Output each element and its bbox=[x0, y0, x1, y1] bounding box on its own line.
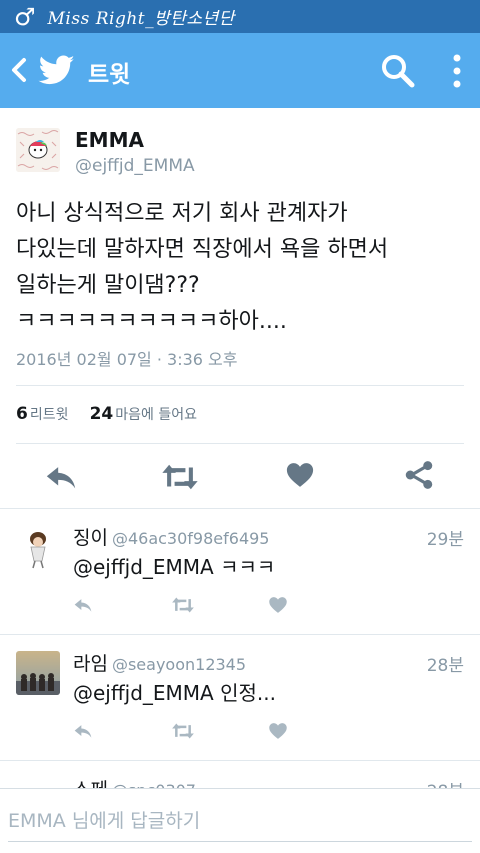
app-bar: 트윗 bbox=[0, 33, 480, 108]
twitter-bird-icon bbox=[38, 55, 75, 85]
author-avatar[interactable] bbox=[16, 128, 60, 172]
reply-author-handle[interactable]: @46ac30f98ef6495 bbox=[112, 529, 270, 548]
reply-icon[interactable] bbox=[72, 721, 94, 741]
like-label[interactable]: 마음에 들어요 bbox=[115, 407, 197, 423]
tweet-text-line: 다있는데 말하자면 직장에서 욕을 하면서 bbox=[16, 237, 389, 262]
more-vert-icon[interactable] bbox=[445, 52, 469, 90]
tweet-actions bbox=[0, 460, 480, 500]
reply-input[interactable] bbox=[0, 803, 460, 839]
retweet-label[interactable]: 리트윗 bbox=[30, 407, 69, 423]
status-bar-title: Miss Right_방탄소년단 bbox=[47, 9, 235, 29]
avatar-image-icon bbox=[16, 525, 60, 569]
page-title: 트윗 bbox=[88, 62, 131, 88]
like-heart-icon[interactable] bbox=[268, 721, 288, 741]
search-icon[interactable] bbox=[380, 53, 416, 89]
tweet-text: 아니 상식적으로 저기 회사 관계자가 다있는데 말하자면 직장에서 욕을 하면… bbox=[16, 196, 466, 340]
retweet-count[interactable]: 6 bbox=[16, 404, 28, 424]
reply-text: @ejffjd_EMMA ㅋㅋㅋ bbox=[73, 555, 276, 579]
avatar-image-icon bbox=[16, 651, 60, 695]
input-underline bbox=[8, 841, 472, 842]
main-tweet: EMMA @ejffjd_EMMA 아니 상식적으로 저기 회사 관계자가 다있… bbox=[0, 108, 480, 508]
share-icon[interactable] bbox=[404, 460, 434, 490]
reply-composer bbox=[0, 788, 480, 853]
reply-icon[interactable] bbox=[72, 595, 94, 615]
reply-author-name[interactable]: 징이 bbox=[73, 527, 108, 549]
reply-text: @ejffjd_EMMA 인정... bbox=[73, 681, 276, 705]
reply-time: 28분 bbox=[426, 656, 464, 676]
tweet-text-line: ㅋㅋㅋㅋㅋㅋㅋㅋㅋㅋ하아.... bbox=[16, 309, 287, 334]
reply-author: 징이 @46ac30f98ef6495 bbox=[73, 523, 269, 550]
tweet-timestamp: 2016년 02월 07일 · 3:36 오후 bbox=[16, 350, 238, 369]
reply-author-handle[interactable]: @seayoon12345 bbox=[112, 655, 246, 674]
retweet-icon[interactable] bbox=[170, 721, 196, 741]
author-name[interactable]: EMMA bbox=[75, 128, 144, 152]
reply-actions bbox=[70, 721, 310, 743]
retweet-icon[interactable] bbox=[170, 595, 196, 615]
reply-avatar[interactable] bbox=[16, 651, 60, 695]
reply-item[interactable]: 라임 @seayoon12345 28분 @ejffjd_EMMA 인정... bbox=[0, 634, 480, 760]
like-heart-icon[interactable] bbox=[285, 460, 315, 490]
tweet-text-line: 일하는게 말이댐??? bbox=[16, 273, 200, 298]
like-heart-icon[interactable] bbox=[268, 595, 288, 615]
reply-author: 라임 @seayoon12345 bbox=[73, 649, 246, 676]
reply-icon[interactable] bbox=[44, 460, 78, 494]
retweet-icon[interactable] bbox=[161, 460, 199, 494]
status-bar: ♂ Miss Right_방탄소년단 bbox=[0, 0, 480, 33]
back-arrow-icon[interactable] bbox=[8, 54, 30, 86]
like-count[interactable]: 24 bbox=[90, 404, 114, 424]
reply-item[interactable]: 징이 @46ac30f98ef6495 29분 @ejffjd_EMMA ㅋㅋㅋ bbox=[0, 508, 480, 634]
avatar-image-icon bbox=[16, 128, 60, 172]
divider bbox=[16, 385, 464, 386]
reply-actions bbox=[70, 595, 310, 617]
male-symbol-icon: ♂ bbox=[14, 2, 36, 31]
reply-time: 29분 bbox=[426, 530, 464, 550]
reply-author-name[interactable]: 라임 bbox=[73, 653, 108, 675]
author-handle[interactable]: @ejffjd_EMMA bbox=[75, 156, 195, 176]
tweet-stats: 6 리트윗 24 마음에 들어요 bbox=[16, 404, 213, 424]
reply-avatar[interactable] bbox=[16, 525, 60, 569]
tweet-text-line: 아니 상식적으로 저기 회사 관계자가 bbox=[16, 201, 348, 226]
divider bbox=[16, 443, 464, 444]
